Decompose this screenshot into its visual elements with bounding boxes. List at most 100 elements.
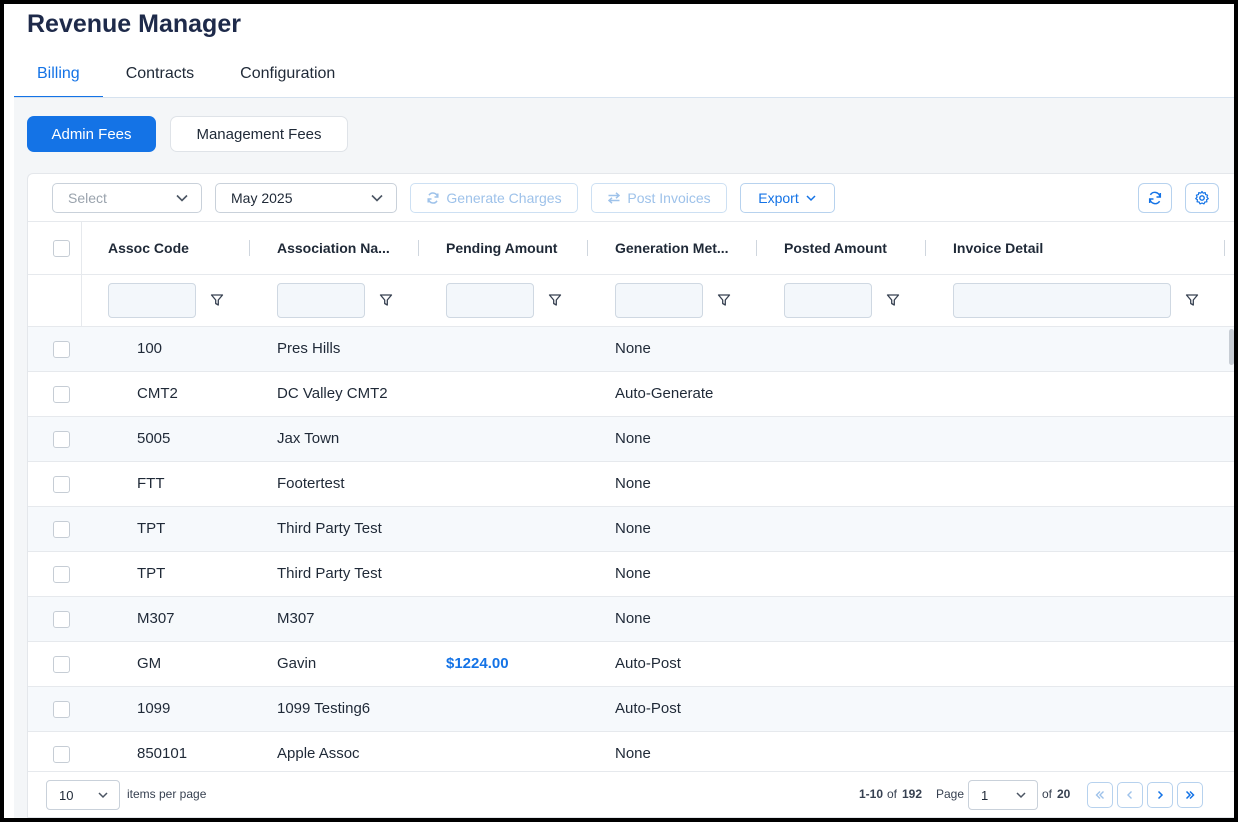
column-header-posted-amount[interactable]: Posted Amount xyxy=(784,222,887,275)
double-chevron-right-icon xyxy=(1185,790,1195,800)
pending-amount-filter-input[interactable] xyxy=(446,283,534,318)
grid-header: Assoc Code Association Na... Pending Amo… xyxy=(28,222,1234,275)
checkbox-column-divider xyxy=(81,222,82,274)
current-page-select[interactable]: 1 xyxy=(968,780,1038,810)
association-select[interactable]: Select xyxy=(52,183,202,213)
column-divider[interactable] xyxy=(418,240,419,256)
column-header-pending-amount[interactable]: Pending Amount xyxy=(446,222,557,275)
tab-billing[interactable]: Billing xyxy=(14,60,103,98)
table-row[interactable]: CMT2 DC Valley CMT2 Auto-Generate xyxy=(28,372,1234,417)
table-row[interactable]: GM Gavin $1224.00 Auto-Post xyxy=(28,642,1234,687)
last-page-button[interactable] xyxy=(1177,782,1203,808)
chevron-left-icon xyxy=(1127,791,1132,799)
chevron-down-icon xyxy=(176,194,188,202)
generate-charges-button[interactable]: Generate Charges xyxy=(410,183,578,213)
cell-association-name: Jax Town xyxy=(277,430,340,447)
post-invoices-button[interactable]: Post Invoices xyxy=(591,183,727,213)
tab-configuration[interactable]: Configuration xyxy=(217,60,358,98)
filter-icon[interactable] xyxy=(379,293,393,307)
page-title: Revenue Manager xyxy=(27,10,241,38)
association-select-placeholder: Select xyxy=(68,190,107,206)
next-page-button[interactable] xyxy=(1147,782,1173,808)
row-checkbox[interactable] xyxy=(53,701,70,718)
row-checkbox[interactable] xyxy=(53,656,70,673)
total-pages: 20 xyxy=(1057,787,1071,801)
cell-association-name: Apple Assoc xyxy=(277,745,360,762)
cell-generation-method: None xyxy=(615,475,651,492)
management-fees-button[interactable]: Management Fees xyxy=(170,116,348,152)
gear-icon xyxy=(1195,190,1209,205)
chevron-down-icon xyxy=(371,194,383,202)
column-divider[interactable] xyxy=(249,240,250,256)
table-row[interactable]: 5005 Jax Town None xyxy=(28,417,1234,462)
table-row[interactable]: FTT Footertest None xyxy=(28,462,1234,507)
page-range-of: of xyxy=(887,787,898,801)
invoice-detail-filter-input[interactable] xyxy=(953,283,1171,318)
select-all-checkbox[interactable] xyxy=(53,240,70,257)
page-size-select[interactable]: 10 xyxy=(46,780,120,810)
row-checkbox[interactable] xyxy=(53,746,70,763)
refresh-icon xyxy=(427,192,439,204)
filter-icon[interactable] xyxy=(1185,293,1199,307)
month-select[interactable]: May 2025 xyxy=(215,183,397,213)
column-divider[interactable] xyxy=(925,240,926,256)
previous-page-button[interactable] xyxy=(1117,782,1143,808)
export-button[interactable]: Export xyxy=(740,183,835,213)
filter-icon[interactable] xyxy=(886,293,900,307)
table-row[interactable]: TPT Third Party Test None xyxy=(28,507,1234,552)
column-divider[interactable] xyxy=(756,240,757,256)
assoc-code-filter-input[interactable] xyxy=(108,283,196,318)
row-checkbox[interactable] xyxy=(53,341,70,358)
cell-assoc-code: M307 xyxy=(137,610,175,627)
swap-arrows-icon xyxy=(608,192,621,204)
export-label: Export xyxy=(758,190,799,206)
of-pages-label: of xyxy=(1042,787,1053,801)
column-header-assoc-code[interactable]: Assoc Code xyxy=(108,222,189,275)
first-page-button[interactable] xyxy=(1087,782,1113,808)
cell-association-name: Footertest xyxy=(277,475,345,492)
filter-icon[interactable] xyxy=(210,293,224,307)
generation-method-filter-input[interactable] xyxy=(615,283,703,318)
cell-generation-method: None xyxy=(615,340,651,357)
filter-icon[interactable] xyxy=(548,293,562,307)
posted-amount-filter-input[interactable] xyxy=(784,283,872,318)
grid-settings-button[interactable] xyxy=(1185,183,1219,213)
row-checkbox[interactable] xyxy=(53,476,70,493)
cell-association-name: M307 xyxy=(277,610,315,627)
column-divider[interactable] xyxy=(1224,240,1225,256)
filter-icon[interactable] xyxy=(717,293,731,307)
filter-row xyxy=(28,275,1234,327)
column-header-invoice-detail[interactable]: Invoice Detail xyxy=(953,222,1043,275)
column-header-association-name[interactable]: Association Na... xyxy=(277,222,390,275)
table-row[interactable]: M307 M307 None xyxy=(28,597,1234,642)
table-row[interactable]: 100 Pres Hills None xyxy=(28,327,1234,372)
tab-contracts[interactable]: Contracts xyxy=(103,60,217,98)
chevron-down-icon xyxy=(806,195,816,202)
cell-assoc-code: 100 xyxy=(137,340,163,357)
row-checkbox[interactable] xyxy=(53,386,70,403)
row-checkbox[interactable] xyxy=(53,611,70,628)
cell-association-name: Gavin xyxy=(277,655,317,672)
page-range: 1-10 xyxy=(859,787,884,801)
cell-generation-method: Auto-Generate xyxy=(615,385,714,402)
cell-generation-method: None xyxy=(615,520,651,537)
table-row[interactable]: TPT Third Party Test None xyxy=(28,552,1234,597)
refresh-grid-button[interactable] xyxy=(1138,183,1172,213)
post-invoices-label: Post Invoices xyxy=(627,190,711,206)
row-checkbox[interactable] xyxy=(53,521,70,538)
vertical-scrollbar[interactable] xyxy=(1229,329,1234,365)
row-checkbox[interactable] xyxy=(53,566,70,583)
cell-pending-amount[interactable]: $1224.00 xyxy=(446,642,509,686)
pagination-bar: 10 items per page 1-10 of 192 Page 1 of … xyxy=(28,771,1234,817)
page-label: Page xyxy=(936,787,965,801)
app-window: Revenue Manager Billing Contracts Config… xyxy=(4,4,1234,818)
column-header-generation-method[interactable]: Generation Met... xyxy=(615,222,729,275)
billing-grid-panel: Select May 2025 Generate Charges Post In… xyxy=(27,173,1234,818)
admin-fees-button[interactable]: Admin Fees xyxy=(27,116,156,152)
column-divider[interactable] xyxy=(587,240,588,256)
table-row[interactable]: 1099 1099 Testing6 Auto-Post xyxy=(28,687,1234,732)
cell-assoc-code: CMT2 xyxy=(137,385,178,402)
association-name-filter-input[interactable] xyxy=(277,283,365,318)
chevron-down-icon xyxy=(1016,792,1026,799)
row-checkbox[interactable] xyxy=(53,431,70,448)
